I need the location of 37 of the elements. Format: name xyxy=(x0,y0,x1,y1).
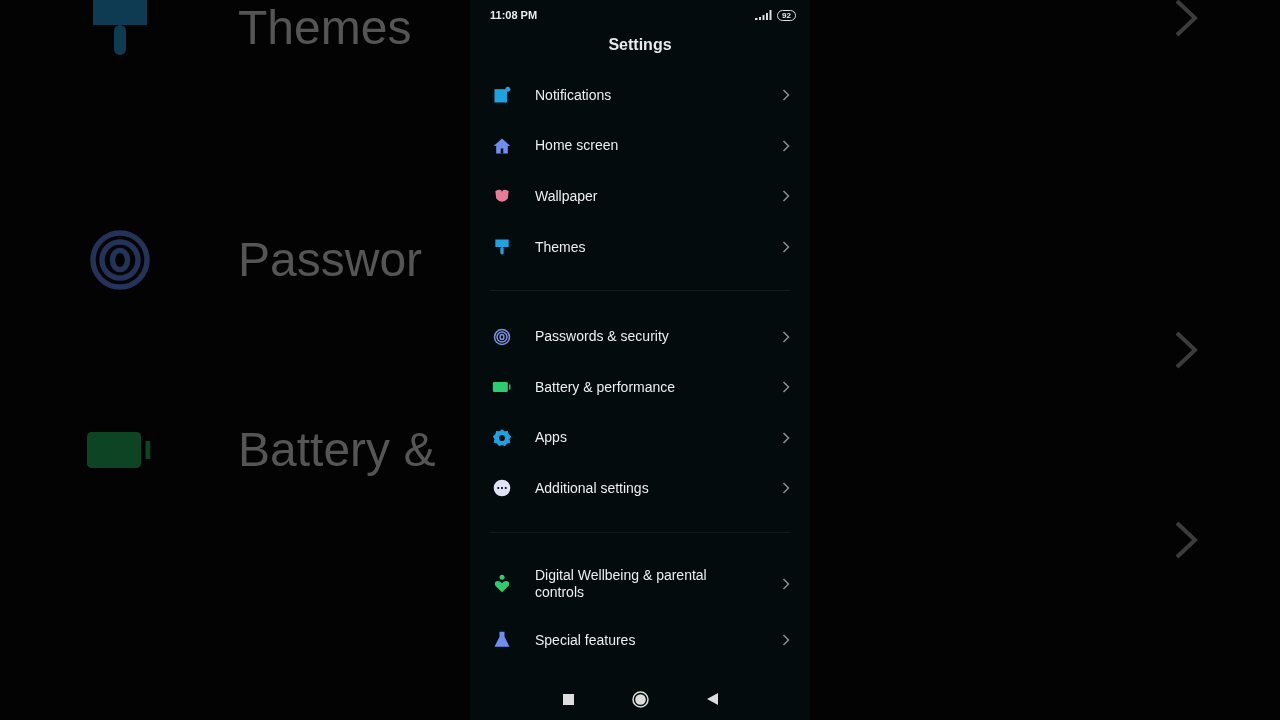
signal-icon xyxy=(755,10,774,20)
chevron-icon xyxy=(782,241,790,254)
settings-item[interactable]: Home screen xyxy=(470,120,810,172)
settings-item[interactable]: Themes xyxy=(470,221,810,273)
chevron-icon xyxy=(782,482,790,495)
chevron-icon xyxy=(1174,0,1198,37)
settings-item[interactable]: Additional settings xyxy=(470,463,810,514)
chevron-icon xyxy=(782,634,790,647)
chevron-icon xyxy=(782,330,790,343)
chevron-icon xyxy=(1174,521,1198,559)
chevron-icon xyxy=(782,89,790,102)
heart-person-icon xyxy=(492,573,512,594)
recents-button[interactable] xyxy=(562,693,574,705)
settings-item[interactable]: Notifications xyxy=(470,70,810,121)
settings-item[interactable]: Wallpaper xyxy=(470,171,810,222)
page-title: Settings xyxy=(607,36,673,55)
blurred-label: Themes xyxy=(238,1,412,55)
fingerprint-icon xyxy=(492,326,512,347)
chevron-icon xyxy=(1174,331,1198,369)
chevron-icon xyxy=(782,139,790,152)
settings-item[interactable]: Apps xyxy=(470,412,810,464)
more-icon xyxy=(492,478,512,499)
settings-item[interactable]: Special features xyxy=(470,614,810,666)
blurred-label: Passwor xyxy=(238,233,423,287)
settings-item[interactable]: Passwords & security xyxy=(470,311,810,362)
notification-icon xyxy=(492,85,512,106)
chevron-icon xyxy=(782,190,790,203)
chevron-icon xyxy=(782,431,790,444)
chevron-icon xyxy=(782,577,790,590)
status-time: 11:08 PM xyxy=(490,9,538,21)
settings-icon xyxy=(492,427,512,448)
settings-item[interactable]: Digital Wellbeing & parental controls xyxy=(470,552,810,615)
blurred-label: Battery & xyxy=(238,423,436,477)
home-button[interactable] xyxy=(631,690,649,708)
settings-item[interactable]: Battery & performance xyxy=(470,361,810,413)
chevron-icon xyxy=(782,381,790,394)
back-button[interactable] xyxy=(706,693,718,705)
